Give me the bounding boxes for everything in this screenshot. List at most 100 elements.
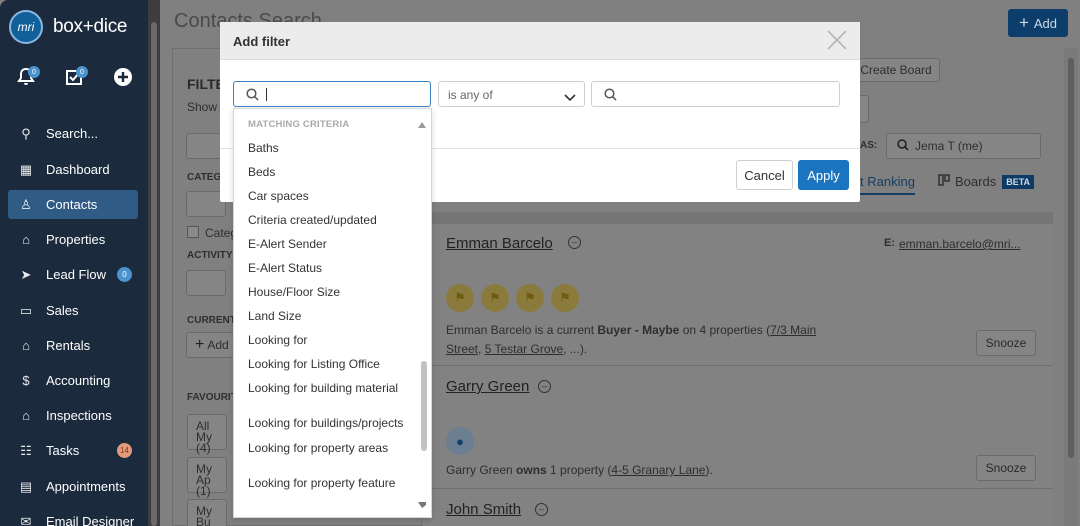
email-label: E: [884, 237, 895, 249]
sidebar-item-label: Lead Flow [46, 267, 106, 282]
criteria-option[interactable]: Baths [248, 142, 418, 154]
brand-name: box+dice [53, 16, 128, 37]
activity-label: ACTIVITY [187, 250, 233, 261]
criteria-search-input[interactable] [233, 81, 431, 107]
scroll-up-icon[interactable] [418, 116, 426, 131]
lead-flow-icon: ➤ [20, 266, 32, 282]
home-icon: ⌂ [22, 232, 30, 247]
sidebar-item-label: Tasks [46, 443, 80, 458]
criteria-option[interactable]: E-Alert Status [248, 262, 418, 274]
apply-button[interactable]: Apply [798, 160, 849, 190]
count-badge: 0 [117, 267, 132, 282]
category-checkbox[interactable] [187, 226, 199, 238]
notifications-badge: 0 [28, 66, 40, 78]
rentals-icon: ⌂ [22, 338, 30, 353]
sidebar-item-properties[interactable]: ⌂ Properties [8, 225, 138, 254]
sidebar-item-label: Rentals [46, 338, 91, 353]
sidebar-item-label: Dashboard [46, 162, 110, 177]
operator-select[interactable]: is any of [438, 81, 585, 107]
flag-icon: ⚑ [516, 284, 544, 312]
sidebar-item-email-designer[interactable]: ✉ Email Designer [8, 507, 138, 526]
sidebar-item-label: Sales [46, 303, 79, 318]
add-current-button[interactable]: + Add [186, 332, 234, 358]
criteria-option[interactable]: Car spaces [248, 190, 418, 202]
operator-value: is any of [448, 88, 493, 102]
category-label: CATEG [187, 172, 222, 183]
more-icon[interactable]: – [568, 236, 581, 249]
dropdown-scroll-thumb[interactable] [421, 361, 427, 451]
sidebar-item-label: Properties [46, 232, 106, 247]
results-header-bar [430, 212, 1053, 224]
calendar-icon: ▤ [19, 478, 33, 494]
criteria-option[interactable]: Looking for Listing Office [248, 358, 418, 370]
favourite-item[interactable]: My Ap (1) [187, 457, 227, 497]
sidebar-item-rentals[interactable]: ⌂ Rentals [8, 331, 138, 360]
criteria-option[interactable]: Looking for buildings/projects [248, 417, 418, 429]
criteria-option[interactable]: Looking for property feature [248, 477, 418, 489]
criteria-option[interactable]: Land Size [248, 310, 418, 322]
criteria-option[interactable]: Looking for building material [248, 382, 418, 394]
sidebar-item-lead-flow[interactable]: ➤ Lead Flow 0 [8, 260, 138, 289]
contact-description: Emman Barcelo is a current Buyer - Maybe… [446, 323, 817, 356]
flag-icon: ⚑ [446, 284, 474, 312]
contact-name[interactable]: Emman Barcelo [446, 235, 553, 252]
more-icon[interactable]: – [535, 503, 548, 516]
contact-name[interactable]: Garry Green [446, 378, 529, 395]
property-link[interactable]: 7/3 Main [770, 323, 816, 337]
contacts-icon: ♙ [20, 196, 32, 212]
sidebar-item-contacts[interactable]: ♙ Contacts [8, 190, 138, 219]
more-icon[interactable]: – [538, 380, 551, 393]
logo[interactable]: mri [9, 10, 43, 44]
criteria-option[interactable]: E-Alert Sender [248, 238, 418, 250]
status-flags: ⚑ ⚑ ⚑ ⚑ [446, 284, 579, 312]
property-link[interactable]: 5 Testar Grove [485, 342, 563, 356]
activity-search-box[interactable] [186, 270, 226, 296]
snooze-button[interactable]: Snooze [976, 330, 1036, 356]
value-search-input[interactable] [591, 81, 840, 107]
sales-icon: ▭ [19, 302, 33, 318]
favourite-item[interactable]: My Bu [187, 499, 227, 526]
criteria-option[interactable]: Beds [248, 166, 418, 178]
create-board-button[interactable]: Create Board [852, 58, 940, 82]
inspections-icon: ⌂ [22, 408, 30, 423]
dropdown-group-header: MATCHING CRITERIA [248, 119, 350, 130]
mail-icon: ✉ [20, 513, 32, 526]
cancel-button[interactable]: Cancel [736, 160, 793, 190]
agent-select[interactable]: Jema T (me) [886, 133, 1041, 159]
property-link[interactable]: Street [446, 342, 478, 356]
sidebar-item-inspections[interactable]: ⌂ Inspections [8, 401, 138, 430]
favourite-item[interactable]: All My (4) [187, 414, 227, 454]
contact-name[interactable]: John Smith [446, 501, 521, 518]
plus-circle-icon[interactable] [111, 64, 135, 90]
sidebar-item-appointments[interactable]: ▤ Appointments [8, 472, 138, 501]
sidebar-item-search[interactable]: ⚲ Search... [8, 119, 138, 148]
criteria-option[interactable]: Criteria created/updated [248, 214, 418, 226]
criteria-dropdown[interactable]: MATCHING CRITERIA Baths Beds Car spaces Cri… [233, 108, 432, 518]
show-label: Show [187, 100, 218, 114]
criteria-option[interactable]: Looking for [248, 334, 418, 346]
sidebar-item-sales[interactable]: ▭ Sales [8, 296, 138, 325]
count-badge: 14 [117, 443, 132, 458]
sidebar-item-label: Email Designer [46, 514, 135, 526]
page-scrollbar[interactable] [1064, 48, 1078, 526]
snooze-button[interactable]: Snooze [976, 455, 1036, 481]
tab-ranking[interactable]: t Ranking [860, 174, 915, 195]
contact-description: Garry Green owns 1 property (4-5 Granary… [446, 463, 713, 477]
sidebar-item-tasks[interactable]: ☷ Tasks 14 [8, 436, 138, 465]
sidebar-item-accounting[interactable]: $ Accounting [8, 366, 138, 395]
property-link[interactable]: 4-5 Granary Lane [611, 463, 705, 477]
close-icon[interactable] [826, 29, 848, 55]
sidebar-item-label: Appointments [46, 479, 126, 494]
scroll-down-icon[interactable] [418, 496, 430, 511]
sidebar-item-dashboard[interactable]: ▦ Dashboard [8, 155, 138, 184]
criteria-option[interactable]: House/Floor Size [248, 286, 418, 298]
tasks-icon: ☷ [20, 442, 32, 458]
dialog-title: Add filter [233, 34, 291, 49]
flag-icon: ⚑ [551, 284, 579, 312]
boards-icon [938, 174, 950, 189]
add-button[interactable]: + Add [1008, 9, 1068, 37]
criteria-option[interactable]: Looking for property areas [248, 442, 418, 454]
sidebar-scrollbar[interactable] [148, 0, 160, 526]
contact-email[interactable]: emman.barcelo@mri... [899, 237, 1021, 251]
tab-boards[interactable]: Boards BETA [938, 174, 1035, 189]
